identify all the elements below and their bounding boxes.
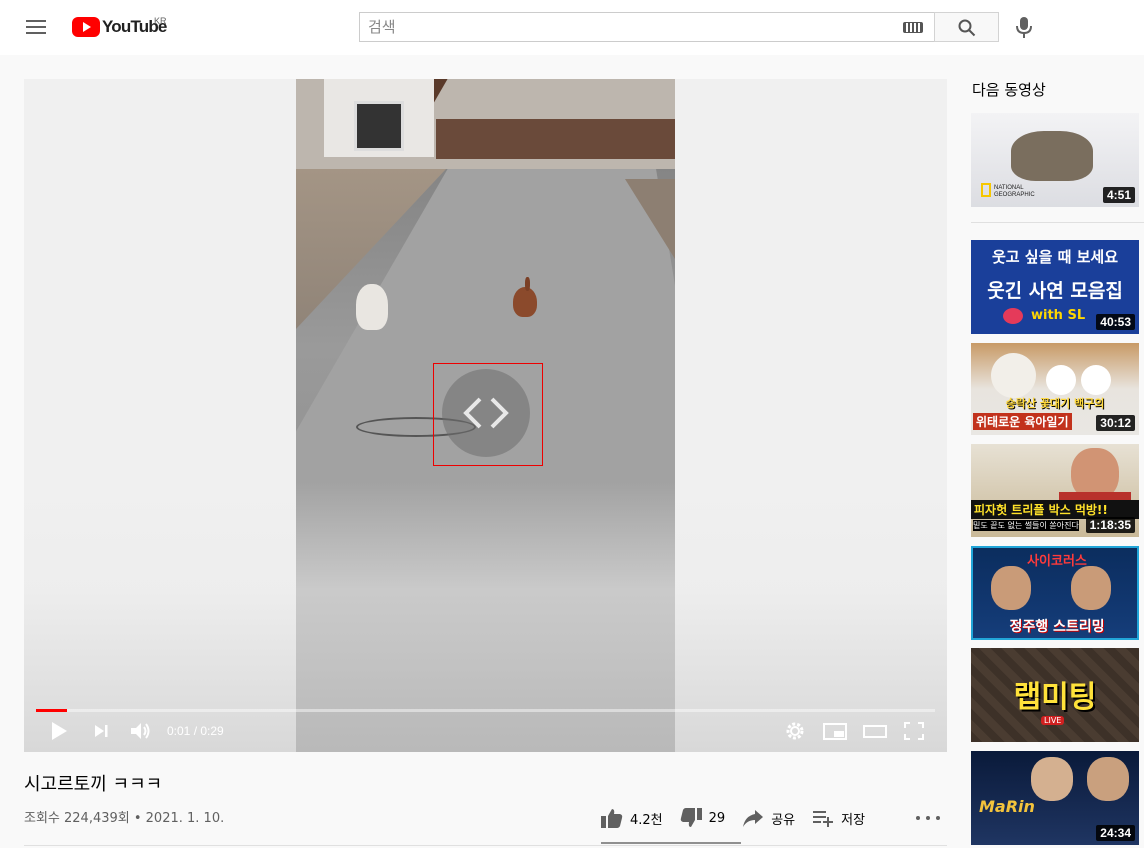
thumb-puppy-image xyxy=(1046,365,1076,395)
thumb-caption: 랩미팅 xyxy=(1013,680,1097,715)
thumb-caption: 정주행 스트리밍 xyxy=(1009,619,1105,635)
thumbs-down-icon xyxy=(680,808,702,827)
thumb-caption: 위태로운 육아일기 xyxy=(973,413,1072,430)
dislike-count: 29 xyxy=(708,810,726,826)
share-label: 공유 xyxy=(771,812,796,828)
natgeo-logo-icon xyxy=(981,183,991,197)
microphone-icon xyxy=(1016,17,1032,38)
search-box xyxy=(359,12,935,42)
save-button[interactable]: 저장 xyxy=(811,807,865,829)
scene-fence xyxy=(436,119,675,159)
dislike-button[interactable]: 29 xyxy=(679,807,726,829)
miniplayer-button[interactable] xyxy=(822,719,848,743)
save-label: 저장 xyxy=(841,812,866,828)
youtube-play-logo-icon xyxy=(72,17,100,37)
search-icon xyxy=(958,19,976,37)
up-next-thumbnail[interactable]: NATIONAL GEOGRAPHIC 4:51 xyxy=(971,113,1139,207)
thumb-caption: 웃고 싶을 때 보세요 xyxy=(991,248,1119,266)
video-duration: 1:18:35 xyxy=(1085,517,1135,533)
video-actions: 4.2천 29 공유 저장 xyxy=(600,800,881,836)
recommended-thumbnail[interactable]: 랩미팅 LIVE xyxy=(971,648,1139,742)
thumb-caption: MaRin xyxy=(979,797,1035,816)
next-button[interactable] xyxy=(90,719,112,743)
theater-mode-button[interactable] xyxy=(862,719,888,743)
thumb-person-image xyxy=(1087,757,1129,801)
progress-fill xyxy=(36,709,67,712)
thumb-cat-image xyxy=(1011,131,1093,181)
region-code: KR xyxy=(154,16,167,26)
thumb-person-image xyxy=(1071,566,1111,610)
thumb-dog-image xyxy=(991,353,1036,398)
code-swap-overlay-button[interactable] xyxy=(442,369,530,457)
like-dislike-sentiment-bar xyxy=(601,842,741,844)
thumb-person-image xyxy=(991,566,1031,610)
fullscreen-button[interactable] xyxy=(902,719,926,743)
playlist-add-icon xyxy=(813,811,834,827)
hamburger-menu-icon[interactable] xyxy=(24,17,48,37)
volume-icon xyxy=(131,723,150,739)
thumb-badge: NATIONAL GEOGRAPHIC xyxy=(994,185,1035,198)
time-display: 0:01 / 0:29 xyxy=(167,724,224,738)
keyboard-icon[interactable] xyxy=(903,22,923,33)
masthead: YouTube KR xyxy=(0,0,1144,55)
thumb-puppy-image xyxy=(1081,365,1111,395)
fullscreen-icon xyxy=(904,722,924,740)
recommended-thumbnail[interactable]: 사이코러스 정주행 스트리밍 xyxy=(971,546,1139,640)
recommended-thumbnail[interactable]: 웃고 싶을 때 보세요 웃긴 사연 모음집 with SL 40:53 xyxy=(971,240,1139,334)
share-icon xyxy=(743,810,764,827)
play-icon xyxy=(52,722,67,740)
thumb-caption: 승락산 꽃대기 백구의 xyxy=(1005,397,1105,410)
video-player[interactable]: 0:01 / 0:29 xyxy=(24,79,947,752)
scene-window xyxy=(354,101,404,151)
search-input[interactable] xyxy=(360,13,890,41)
thumb-caption: 사이코러스 xyxy=(1027,554,1087,569)
video-duration: 4:51 xyxy=(1102,187,1135,203)
thumb-caption: 웃긴 사연 모음집 xyxy=(987,280,1123,302)
live-badge: LIVE xyxy=(1041,716,1065,725)
divider xyxy=(24,845,947,846)
next-icon xyxy=(95,725,108,737)
miniplayer-icon xyxy=(823,723,847,740)
scene-rabbit xyxy=(513,277,537,317)
thumbs-up-icon xyxy=(601,809,623,828)
progress-bar[interactable] xyxy=(36,709,935,712)
voice-search-button[interactable] xyxy=(1012,14,1036,40)
settings-button[interactable] xyxy=(784,719,806,743)
gear-icon xyxy=(786,722,804,740)
thumb-tag: with SL xyxy=(1031,308,1086,323)
share-button[interactable]: 공유 xyxy=(741,807,795,829)
code-brackets-icon xyxy=(463,397,509,429)
recommended-thumbnail[interactable]: MaRin 24:34 xyxy=(971,751,1139,845)
like-count: 4.2천 xyxy=(630,812,663,828)
video-duration: 30:12 xyxy=(1096,415,1135,431)
play-button[interactable] xyxy=(48,719,70,743)
video-duration: 24:34 xyxy=(1096,825,1135,841)
recommended-thumbnail[interactable]: 승락산 꽃대기 백구의 위태로운 육아일기 30:12 xyxy=(971,343,1139,435)
sidebar-divider xyxy=(971,222,1144,223)
thumb-person-image xyxy=(1031,757,1073,801)
thumb-caption: 밑도 끝도 없는 썰들이 쏟아진다 xyxy=(973,520,1079,531)
scene-house-wall xyxy=(324,79,434,157)
video-duration: 40:53 xyxy=(1096,314,1135,330)
up-next-heading: 다음 동영상 xyxy=(972,81,1046,99)
video-title: 시고르토끼 ㅋㅋㅋ xyxy=(24,774,163,795)
volume-button[interactable] xyxy=(128,719,154,743)
like-button[interactable]: 4.2천 xyxy=(600,807,663,829)
youtube-logo[interactable]: YouTube xyxy=(72,16,167,38)
search-button[interactable] xyxy=(934,12,999,42)
theater-mode-icon xyxy=(863,725,887,738)
video-view-count-date: 조회수 224,439회 • 2021. 1. 10. xyxy=(24,811,225,826)
more-actions-icon[interactable] xyxy=(916,812,940,824)
heart-icon xyxy=(1003,308,1023,324)
scene-dog xyxy=(356,284,388,330)
recommended-thumbnail[interactable]: 피자헛 트리플 박스 먹방!! 밑도 끝도 없는 썰들이 쏟아진다 1:18:3… xyxy=(971,444,1139,537)
